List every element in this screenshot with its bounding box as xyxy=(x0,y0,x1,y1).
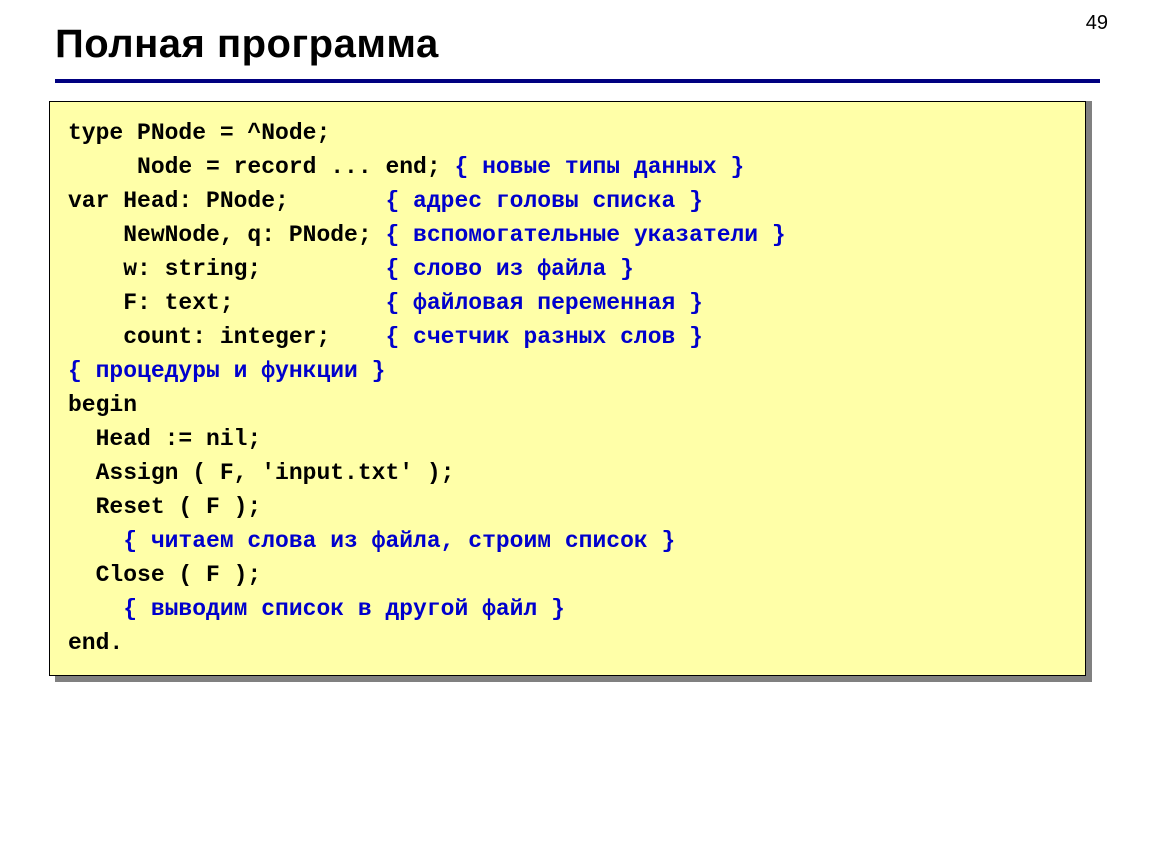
code-block-shadow: type PNode = ^Node; Node = record ... en… xyxy=(55,101,1092,682)
page-number: 49 xyxy=(1086,12,1108,35)
slide-title: Полная программа xyxy=(55,22,1100,67)
code-comment: { слово из файла } xyxy=(385,256,633,282)
code-comment: { вспомогательные указатели } xyxy=(385,222,785,248)
code-line: Node = record ... end; xyxy=(68,154,454,180)
code-line: NewNode, q: PNode; xyxy=(68,222,385,248)
code-comment: { читаем слова из файла, строим список } xyxy=(68,528,675,554)
code-line: Assign ( F, 'input.txt' ); xyxy=(68,460,454,486)
code-line: var Head: PNode; xyxy=(68,188,385,214)
title-divider xyxy=(55,79,1100,83)
code-comment: { файловая переменная } xyxy=(385,290,702,316)
code-line: F: text; xyxy=(68,290,385,316)
code-line: Reset ( F ); xyxy=(68,494,261,520)
code-line: Close ( F ); xyxy=(68,562,261,588)
code-comment: { новые типы данных } xyxy=(454,154,744,180)
code-block: type PNode = ^Node; Node = record ... en… xyxy=(49,101,1086,676)
code-comment: { адрес головы списка } xyxy=(385,188,702,214)
code-line: w: string; xyxy=(68,256,385,282)
code-comment: { счетчик разных слов } xyxy=(385,324,702,350)
code-line: count: integer; xyxy=(68,324,385,350)
code-line: type PNode = ^Node; xyxy=(68,120,330,146)
code-comment: { процедуры и функции } xyxy=(68,358,385,384)
code-line: begin xyxy=(68,392,137,418)
code-line: end. xyxy=(68,630,123,656)
code-comment: { выводим список в другой файл } xyxy=(68,596,565,622)
code-line: Head := nil; xyxy=(68,426,261,452)
